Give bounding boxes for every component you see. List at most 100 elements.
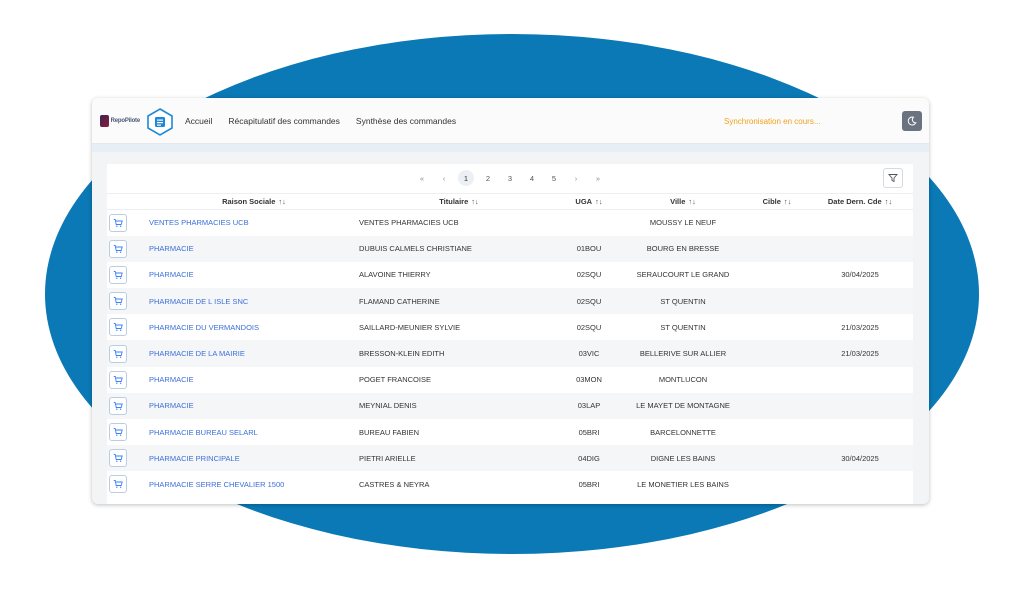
cell-date-dern-cde: 21/03/2025 bbox=[807, 340, 913, 367]
cell-cible bbox=[747, 288, 807, 315]
header-raison-sociale[interactable]: Raison Sociale ↑↓ bbox=[149, 193, 359, 210]
cell-titulaire: SAILLARD-MEUNIER SYLVIE bbox=[359, 314, 559, 341]
cell-raison-sociale[interactable]: PHARMACIE bbox=[149, 235, 359, 262]
cell-ville: DIGNE LES BAINS bbox=[619, 445, 747, 472]
header-date-dern-cde[interactable]: Date Dern. Cde ↑↓ bbox=[807, 193, 913, 210]
cell-titulaire: VENTES PHARMACIES UCB bbox=[359, 209, 559, 236]
cart-icon bbox=[113, 271, 123, 279]
page-button-3[interactable]: 3 bbox=[502, 170, 518, 186]
page-button-5[interactable]: 5 bbox=[546, 170, 562, 186]
table-card: « ‹ 1 2 3 4 5 › » Raison Sociale ↑↓ Titu… bbox=[107, 164, 913, 504]
cell-ville: LE MONETIER LES BAINS bbox=[619, 471, 747, 498]
cell-raison-sociale[interactable]: PHARMACIE bbox=[149, 392, 359, 419]
cell-titulaire: POGET FRANCOISE bbox=[359, 366, 559, 393]
app-window: RepoPilote Accueil Récapitulatif des com… bbox=[92, 98, 929, 504]
nav-accueil[interactable]: Accueil bbox=[185, 116, 212, 126]
cell-raison-sociale[interactable]: PHARMACIE bbox=[149, 366, 359, 393]
header-cible[interactable]: Cible ↑↓ bbox=[747, 193, 807, 210]
filter-button[interactable] bbox=[883, 168, 903, 188]
cell-actions bbox=[107, 314, 149, 341]
cell-raison-sociale[interactable]: PHARMACIE DE LA MAIRIE bbox=[149, 340, 359, 367]
cell-actions bbox=[107, 261, 149, 289]
last-page-button[interactable]: » bbox=[590, 170, 606, 186]
brand-logo: RepoPilote bbox=[100, 114, 140, 128]
logo-cube-icon bbox=[100, 115, 109, 127]
cell-actions bbox=[107, 209, 149, 236]
page-button-4[interactable]: 4 bbox=[524, 170, 540, 186]
pharmacies-table: Raison Sociale ↑↓ Titulaire ↑↓ UGA ↑↓ Ville… bbox=[107, 193, 913, 498]
nav-recapitulatif[interactable]: Récapitulatif des commandes bbox=[228, 116, 340, 126]
cell-cible bbox=[747, 235, 807, 262]
cell-raison-sociale[interactable]: PHARMACIE BUREAU SELARL bbox=[149, 419, 359, 446]
cell-date-dern-cde bbox=[807, 419, 913, 446]
cell-date-dern-cde bbox=[807, 471, 913, 498]
cell-uga: 03MON bbox=[559, 366, 619, 393]
cell-uga: 03LAP bbox=[559, 392, 619, 419]
table-row: PHARMACIE DU VERMANDOIS SAILLARD-MEUNIER … bbox=[107, 314, 913, 341]
filter-icon bbox=[888, 174, 898, 183]
page-button-2[interactable]: 2 bbox=[480, 170, 496, 186]
cell-titulaire: BRESSON-KLEIN EDITH bbox=[359, 340, 559, 367]
table-row: PHARMACIE SERRE CHEVALIER 1500 CASTRES & … bbox=[107, 471, 913, 498]
moon-icon bbox=[907, 116, 917, 126]
header-ville[interactable]: Ville ↑↓ bbox=[619, 193, 747, 210]
cell-actions bbox=[107, 471, 149, 498]
cell-uga: 05BRI bbox=[559, 471, 619, 498]
cell-raison-sociale[interactable]: VENTES PHARMACIES UCB bbox=[149, 209, 359, 236]
prev-page-button[interactable]: ‹ bbox=[436, 170, 452, 186]
order-cart-button[interactable] bbox=[109, 370, 127, 389]
sync-status: Synchronisation en cours... bbox=[724, 117, 821, 126]
table-row: PHARMACIE MEYNIAL DENIS 03LAP LE MAYET DE M… bbox=[107, 392, 913, 419]
table-row: PHARMACIE POGET FRANCOISE 03MON MONTLUCON bbox=[107, 366, 913, 393]
nav-synthese[interactable]: Synthèse des commandes bbox=[356, 116, 456, 126]
cell-ville: BARCELONNETTE bbox=[619, 419, 747, 446]
cell-uga bbox=[559, 209, 619, 236]
header-uga[interactable]: UGA ↑↓ bbox=[559, 193, 619, 210]
page-button-1[interactable]: 1 bbox=[458, 170, 474, 186]
logo-text: RepoPilote bbox=[110, 118, 141, 124]
order-cart-button[interactable] bbox=[109, 213, 127, 232]
main-nav: Accueil Récapitulatif des commandes Synt… bbox=[185, 116, 456, 126]
cell-raison-sociale[interactable]: PHARMACIE bbox=[149, 261, 359, 289]
order-cart-button[interactable] bbox=[109, 396, 127, 415]
theme-toggle-button[interactable] bbox=[902, 111, 922, 131]
order-cart-button[interactable] bbox=[109, 344, 127, 363]
app-badge-icon[interactable] bbox=[146, 108, 174, 136]
cell-ville: BELLERIVE SUR ALLIER bbox=[619, 340, 747, 367]
cell-raison-sociale[interactable]: PHARMACIE DE L ISLE SNC bbox=[149, 288, 359, 315]
cell-actions bbox=[107, 419, 149, 446]
table-row: PHARMACIE PRINCIPALE PIETRI ARIELLE 04DIG D… bbox=[107, 445, 913, 472]
top-navbar: RepoPilote Accueil Récapitulatif des com… bbox=[92, 98, 929, 144]
header-titulaire[interactable]: Titulaire ↑↓ bbox=[359, 193, 559, 210]
cell-cible bbox=[747, 419, 807, 446]
table-row: PHARMACIE ALAVOINE THIERRY 02SQU SERAUCOURT… bbox=[107, 261, 913, 289]
order-cart-button[interactable] bbox=[109, 475, 127, 494]
cart-icon bbox=[113, 454, 123, 463]
order-cart-button[interactable] bbox=[109, 423, 127, 442]
cart-icon bbox=[113, 349, 123, 358]
cell-date-dern-cde: 21/03/2025 bbox=[807, 314, 913, 341]
cell-actions bbox=[107, 392, 149, 419]
pagination: « ‹ 1 2 3 4 5 › » bbox=[107, 164, 913, 192]
order-cart-button[interactable] bbox=[109, 265, 127, 284]
cell-date-dern-cde bbox=[807, 392, 913, 419]
cell-titulaire: FLAMAND CATHERINE bbox=[359, 288, 559, 315]
cell-date-dern-cde bbox=[807, 288, 913, 315]
order-cart-button[interactable] bbox=[109, 318, 127, 337]
table-header-row: Raison Sociale ↑↓ Titulaire ↑↓ UGA ↑↓ Ville… bbox=[107, 193, 913, 210]
cell-date-dern-cde bbox=[807, 209, 913, 236]
next-page-button[interactable]: › bbox=[568, 170, 584, 186]
first-page-button[interactable]: « bbox=[414, 170, 430, 186]
cell-actions bbox=[107, 288, 149, 315]
cart-icon bbox=[113, 480, 123, 489]
header-strip bbox=[92, 144, 929, 152]
cell-raison-sociale[interactable]: PHARMACIE DU VERMANDOIS bbox=[149, 314, 359, 341]
cell-uga: 05BRI bbox=[559, 419, 619, 446]
cell-raison-sociale[interactable]: PHARMACIE SERRE CHEVALIER 1500 bbox=[149, 471, 359, 498]
cell-uga: 03VIC bbox=[559, 340, 619, 367]
cell-raison-sociale[interactable]: PHARMACIE PRINCIPALE bbox=[149, 445, 359, 472]
order-cart-button[interactable] bbox=[109, 292, 127, 311]
order-cart-button[interactable] bbox=[109, 449, 127, 468]
order-cart-button[interactable] bbox=[109, 239, 127, 258]
cell-titulaire: MEYNIAL DENIS bbox=[359, 392, 559, 419]
